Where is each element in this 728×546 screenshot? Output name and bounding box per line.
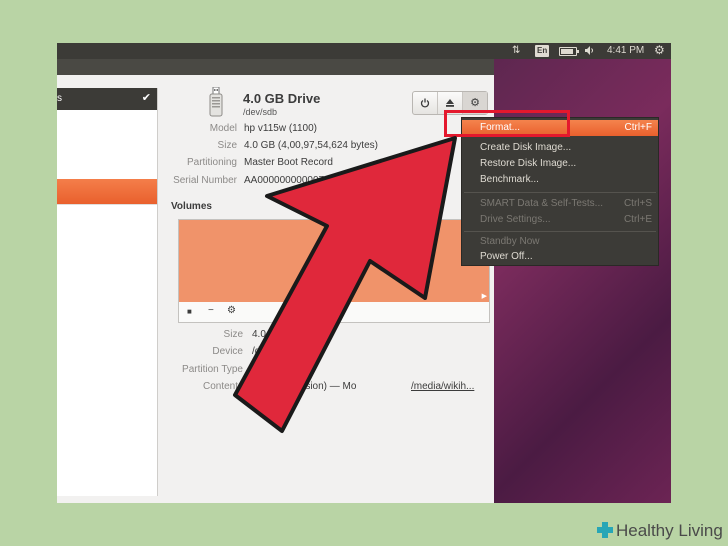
pointer-arrow-annotation <box>233 136 457 433</box>
screen: ⇅ En 4:41 PM ⚙ s ✔ 4.0 GB Drive /dev/sdb… <box>57 43 671 503</box>
plus-cross-icon <box>597 522 613 538</box>
logo-text: Healthy Living <box>616 521 723 540</box>
healthy-living-logo: Healthy Living <box>597 520 723 540</box>
